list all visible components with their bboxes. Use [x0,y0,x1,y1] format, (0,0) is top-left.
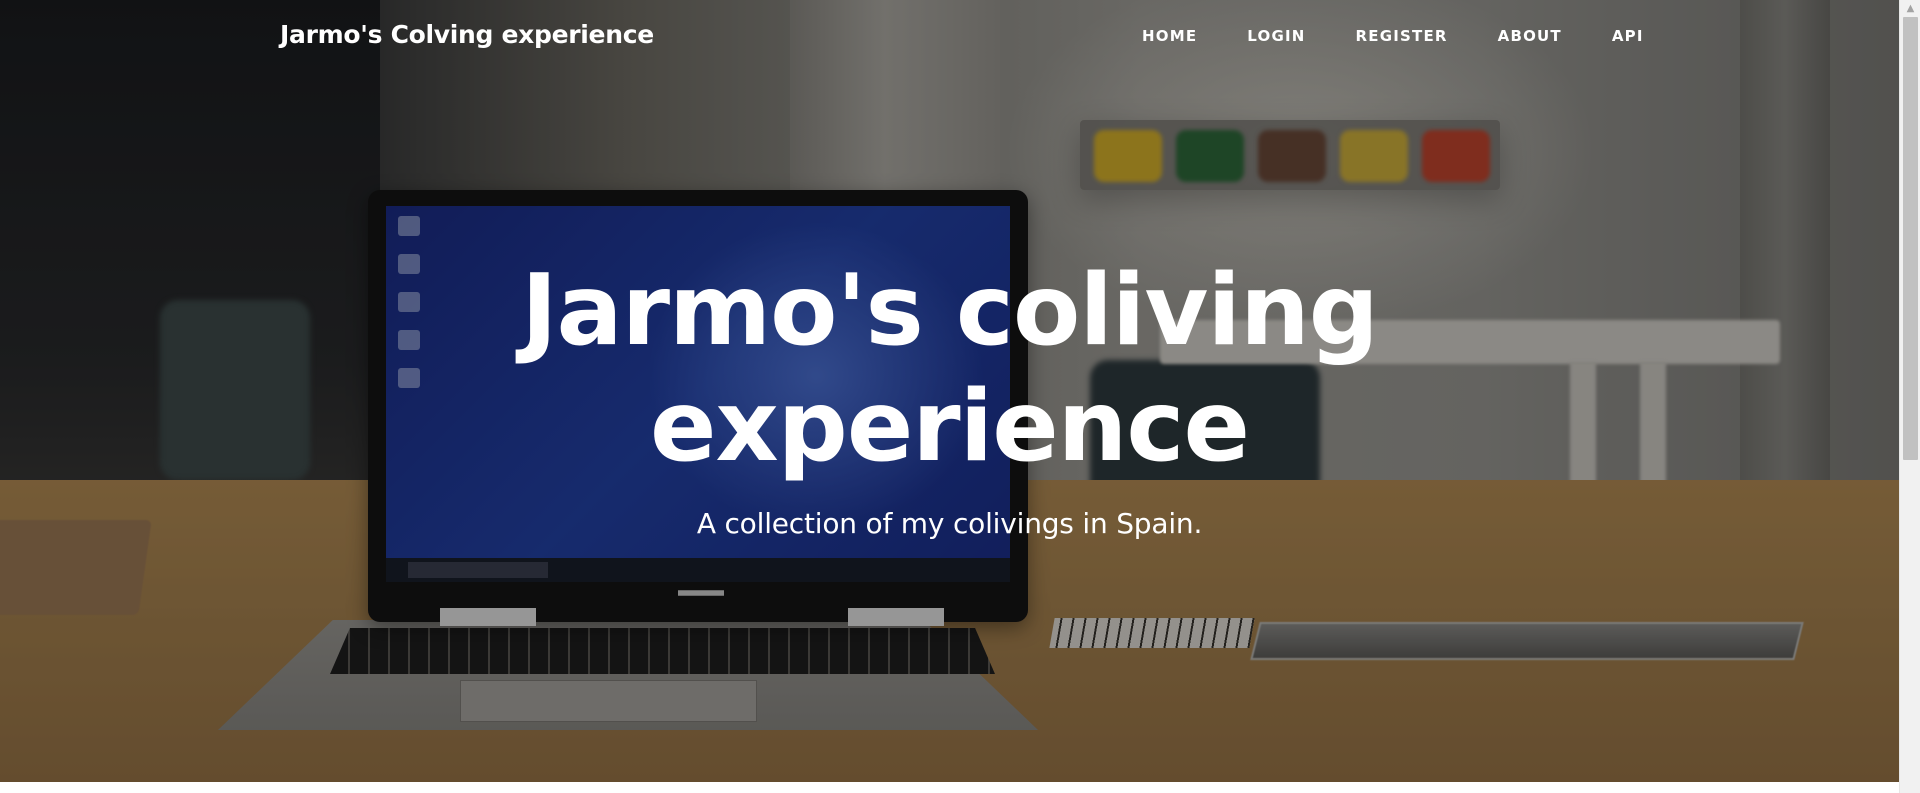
nav-home[interactable]: HOME [1142,27,1197,45]
hero-title: Jarmo's coliving experience [521,254,1379,484]
page-content-start [0,782,1899,793]
hero-subtitle: A collection of my colivings in Spain. [696,507,1203,540]
nav-register[interactable]: REGISTER [1356,27,1448,45]
vertical-scrollbar[interactable]: ▲ [1899,0,1920,793]
nav-about[interactable]: ABOUT [1498,27,1562,45]
page: Jarmo's Colving experience HOME LOGIN RE… [0,0,1920,793]
nav-api[interactable]: API [1612,27,1644,45]
scrollbar-thumb[interactable] [1903,17,1918,460]
nav-links: HOME LOGIN REGISTER ABOUT API [1142,27,1644,45]
hero-content: Jarmo's coliving experience A collection… [0,253,1899,540]
nav-login[interactable]: LOGIN [1247,27,1305,45]
navbar: Jarmo's Colving experience HOME LOGIN RE… [0,0,1899,76]
chevron-up-icon[interactable]: ▲ [1900,0,1920,17]
hero-section: Jarmo's Colving experience HOME LOGIN RE… [0,0,1899,782]
brand-link[interactable]: Jarmo's Colving experience [280,20,654,49]
